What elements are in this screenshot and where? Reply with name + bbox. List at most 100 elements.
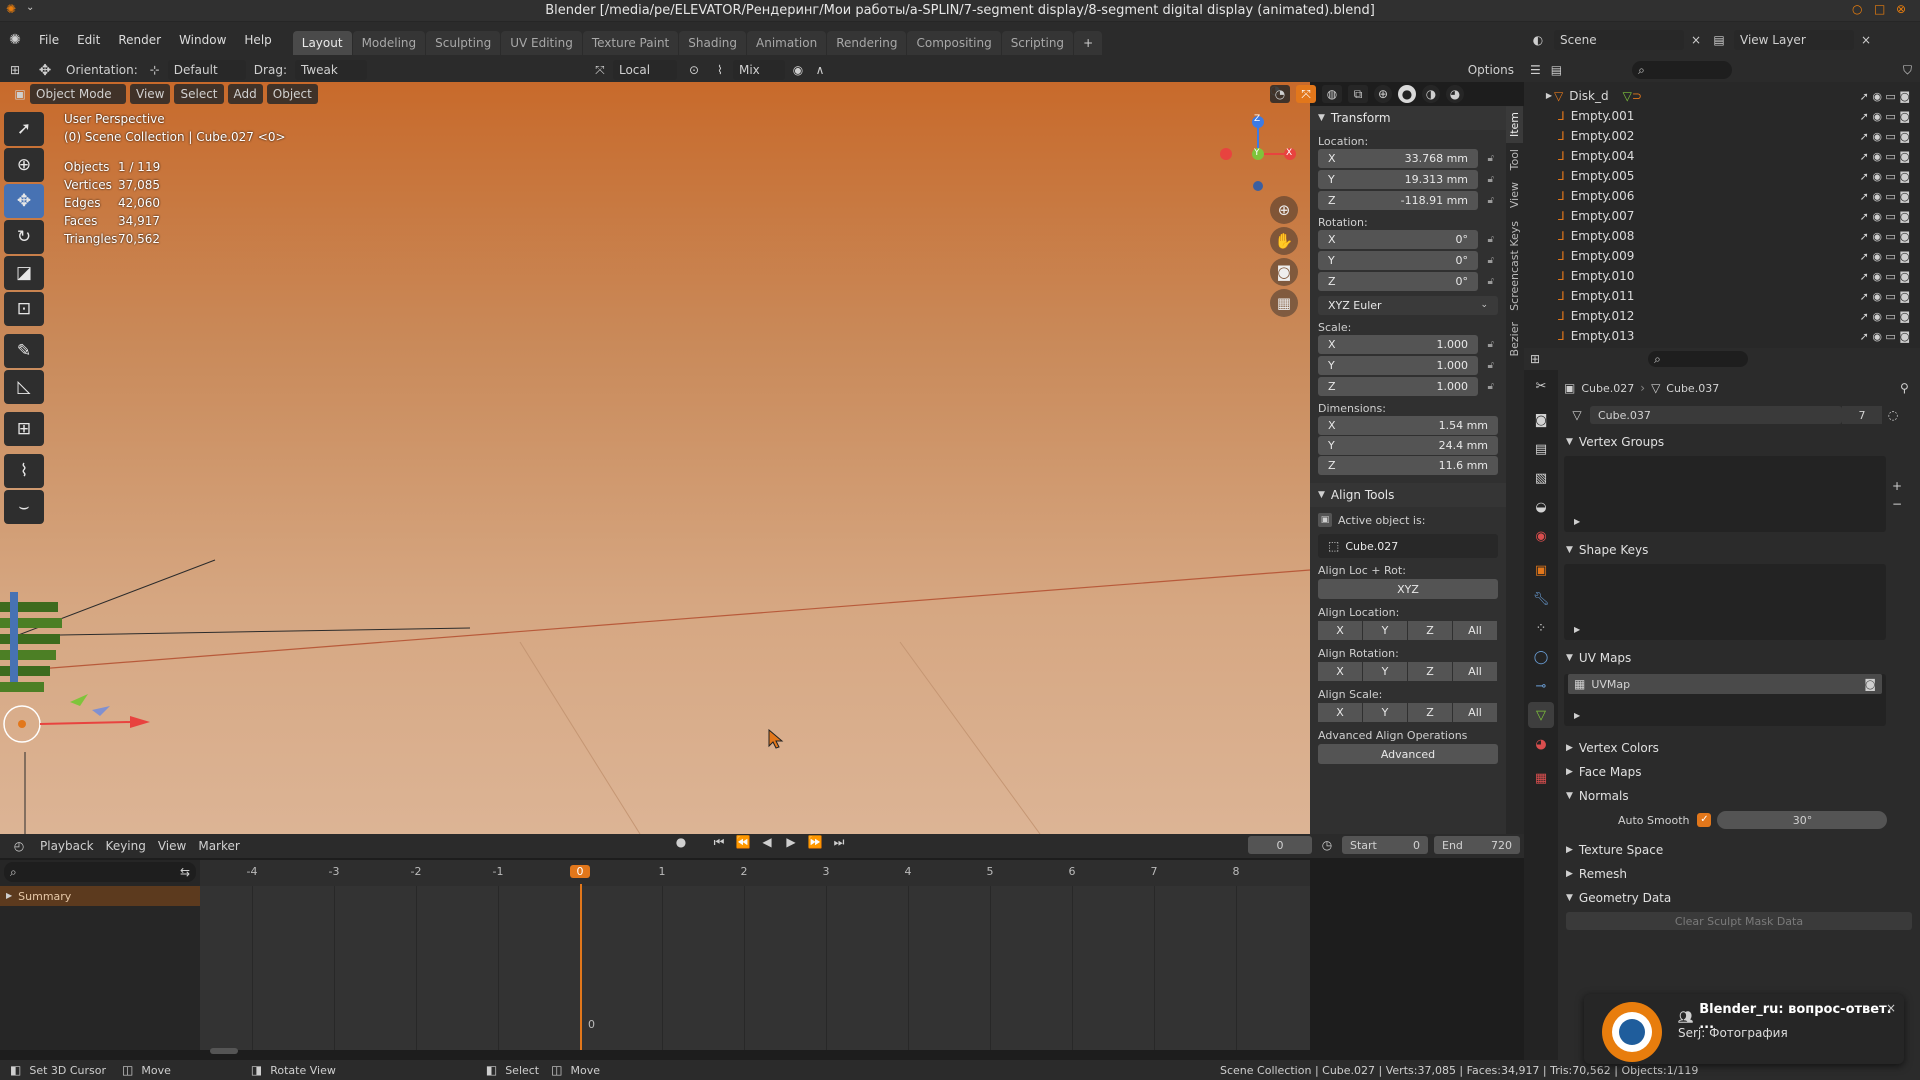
align-location-z-button[interactable]: Z xyxy=(1408,621,1452,640)
view-layer-icon[interactable]: ▤ xyxy=(1706,34,1732,46)
add-cube-tool-icon[interactable]: ⊞ xyxy=(4,412,44,446)
menu-marker[interactable]: Marker xyxy=(192,836,245,856)
add-icon[interactable]: + xyxy=(1892,480,1902,492)
lock-icon[interactable]: 🔓︎ xyxy=(1488,174,1494,185)
transform-panel-header[interactable]: ▼ Transform xyxy=(1310,106,1506,130)
render-properties-icon[interactable]: ◙ xyxy=(1528,407,1554,433)
menu-help[interactable]: Help xyxy=(235,22,280,58)
tab-modeling[interactable]: Modeling xyxy=(352,31,426,55)
editor-type-icon[interactable]: ⊞ xyxy=(0,64,30,76)
outliner-item[interactable]: ⅃ Empty.009 ➚ ◉ ▭ ◙ xyxy=(1558,246,1920,266)
camera-icon[interactable]: ◙ xyxy=(1270,258,1298,286)
jump-start-icon[interactable]: ⏮ xyxy=(710,836,728,848)
curve-draw-tool-icon[interactable]: ⌇ xyxy=(4,454,44,488)
visibility-toggles[interactable]: ➚ ◉ ▭ ◙ xyxy=(1860,170,1910,183)
zoom-icon[interactable]: ⊕ xyxy=(1270,196,1298,224)
expand-arrow-icon[interactable]: ▶ xyxy=(1574,712,1580,720)
tab-texture-paint[interactable]: Texture Paint xyxy=(582,31,679,55)
visibility-toggles[interactable]: ➚ ◉ ▭ ◙ xyxy=(1860,210,1910,223)
orientation-dropdown[interactable]: Default xyxy=(167,60,246,80)
falloff-icon[interactable]: ∧ xyxy=(809,64,831,76)
align-scale-z-button[interactable]: Z xyxy=(1408,703,1452,722)
tab-view[interactable]: View xyxy=(1506,176,1523,214)
outliner-item[interactable]: ⅃ Empty.012 ➚ ◉ ▭ ◙ xyxy=(1558,306,1920,326)
timeline-search-input[interactable]: ⌕ ⇆ xyxy=(4,862,196,882)
outliner-item[interactable]: ⅃ Empty.005 ➚ ◉ ▭ ◙ xyxy=(1558,166,1920,186)
mesh-data-properties-icon[interactable]: ▽ xyxy=(1528,702,1554,728)
tab-tool[interactable]: Tool xyxy=(1506,143,1523,176)
uv-maps-header[interactable]: ▼ UV Maps xyxy=(1558,646,1920,670)
scene-selector[interactable]: Scene xyxy=(1554,30,1684,50)
rotation-mode-dropdown[interactable]: XYZ Euler ⌄ xyxy=(1318,296,1498,315)
shape-keys-header[interactable]: ▼ Shape Keys xyxy=(1558,538,1920,562)
maximize-icon[interactable]: □ xyxy=(1874,3,1885,15)
mesh-data-icon[interactable]: ▽ xyxy=(1564,409,1590,421)
timeline-ruler[interactable]: -4 -3 -2 -1 0 1 2 3 4 5 6 7 8 xyxy=(200,860,1310,886)
play-reverse-icon[interactable]: ◀ xyxy=(758,836,776,848)
menu-window[interactable]: Window xyxy=(170,22,235,58)
mesh-datablock-field[interactable]: Cube.037 xyxy=(1590,406,1842,424)
align-loc-rot-button[interactable]: XYZ xyxy=(1318,579,1498,599)
material-properties-icon[interactable]: ◕ xyxy=(1528,731,1554,757)
align-location-all-button[interactable]: All xyxy=(1453,621,1497,640)
dimensions-z-field[interactable]: Z 11.6 mm xyxy=(1318,456,1498,475)
lock-icon[interactable]: 🔓︎ xyxy=(1488,255,1494,266)
lock-icon[interactable]: 🔓︎ xyxy=(1488,195,1494,206)
options-dropdown[interactable]: Options xyxy=(1462,60,1520,80)
jump-end-icon[interactable]: ⏭ xyxy=(830,836,848,848)
pin-icon[interactable]: ⚲ xyxy=(1900,382,1909,394)
rotation-z-field[interactable]: Z 0° xyxy=(1318,272,1478,291)
tab-animation[interactable]: Animation xyxy=(747,31,827,55)
record-icon[interactable]: ● xyxy=(672,836,690,848)
timeline-keyframe-area[interactable] xyxy=(200,886,1310,1050)
editor-type-icon[interactable]: ◴ xyxy=(4,840,34,852)
tab-compositing[interactable]: Compositing xyxy=(907,31,1001,55)
visibility-toggles[interactable]: ➚ ◉ ▭ ◙ xyxy=(1860,330,1910,343)
tab-scripting[interactable]: Scripting xyxy=(1001,31,1074,55)
tab-uv-editing[interactable]: UV Editing xyxy=(501,31,582,55)
scale-x-field[interactable]: X 1.000 xyxy=(1318,335,1478,354)
visibility-toggles[interactable]: ➚ ◉ ▭ ◙ xyxy=(1860,110,1910,123)
advanced-button[interactable]: Advanced xyxy=(1318,744,1498,764)
clock-icon[interactable]: ◷ xyxy=(1318,839,1336,851)
annotate-tool-icon[interactable]: ✎ xyxy=(4,334,44,368)
visibility-toggles[interactable]: ➚ ◉ ▭ ◙ xyxy=(1860,130,1910,143)
world-properties-icon[interactable]: ◉ xyxy=(1528,523,1554,549)
menu-file[interactable]: File xyxy=(30,22,68,58)
scale-tool-icon[interactable]: ◪ xyxy=(4,256,44,290)
transform-space-dropdown[interactable]: Local xyxy=(612,60,677,80)
close-icon[interactable]: × xyxy=(1686,34,1706,46)
transform-tool-icon[interactable]: ⊡ xyxy=(4,292,44,326)
outliner-item[interactable]: ⅃ Empty.011 ➚ ◉ ▭ ◙ xyxy=(1558,286,1920,306)
cursor-tool-icon[interactable]: ⊕ xyxy=(4,148,44,182)
tab-sculpting[interactable]: Sculpting xyxy=(426,31,501,55)
align-location-x-button[interactable]: X xyxy=(1318,621,1362,640)
menu-view[interactable]: View xyxy=(152,836,192,856)
fake-user-icon[interactable]: ◌ xyxy=(1882,409,1904,421)
tab-layout[interactable]: Layout xyxy=(292,31,352,55)
uv-map-item[interactable]: ▦ UVMap ◙ xyxy=(1568,674,1882,694)
lock-icon[interactable]: 🔓︎ xyxy=(1488,153,1494,164)
menu-view[interactable]: View xyxy=(130,84,171,104)
tab-screencast-keys[interactable]: Screencast Keys xyxy=(1506,215,1523,317)
outliner-item[interactable]: ⅃ Empty.008 ➚ ◉ ▭ ◙ xyxy=(1558,226,1920,246)
align-tools-panel-header[interactable]: ▼ Align Tools xyxy=(1310,483,1506,507)
view-object-types-icon[interactable]: ◔ xyxy=(1270,85,1290,103)
particles-properties-icon[interactable]: ⁘ xyxy=(1528,615,1554,641)
start-frame-field[interactable]: Start 0 xyxy=(1342,836,1428,854)
outliner-item[interactable]: ⅃ Empty.002 ➚ ◉ ▭ ◙ xyxy=(1558,126,1920,146)
dimensions-x-field[interactable]: X 1.54 mm xyxy=(1318,416,1498,435)
rendered-shading-icon[interactable]: ◕ xyxy=(1446,85,1464,103)
menu-keying[interactable]: Keying xyxy=(100,836,152,856)
checkbox-icon[interactable]: ▣ xyxy=(1318,513,1332,527)
scale-y-field[interactable]: Y 1.000 xyxy=(1318,356,1478,375)
close-icon[interactable]: × xyxy=(1856,34,1876,46)
proportional-edit-icon[interactable]: ◉ xyxy=(787,64,809,76)
normals-header[interactable]: ▼ Normals xyxy=(1558,784,1920,808)
rotation-y-field[interactable]: Y 0° xyxy=(1318,251,1478,270)
xray-icon[interactable]: ⧉ xyxy=(1348,85,1368,103)
vertex-groups-list[interactable]: ▶ xyxy=(1564,456,1886,532)
scale-z-field[interactable]: Z 1.000 xyxy=(1318,377,1478,396)
outliner-item[interactable]: ⅃ Empty.010 ➚ ◉ ▭ ◙ xyxy=(1558,266,1920,286)
summary-channel[interactable]: ▶ Summary xyxy=(0,886,200,906)
